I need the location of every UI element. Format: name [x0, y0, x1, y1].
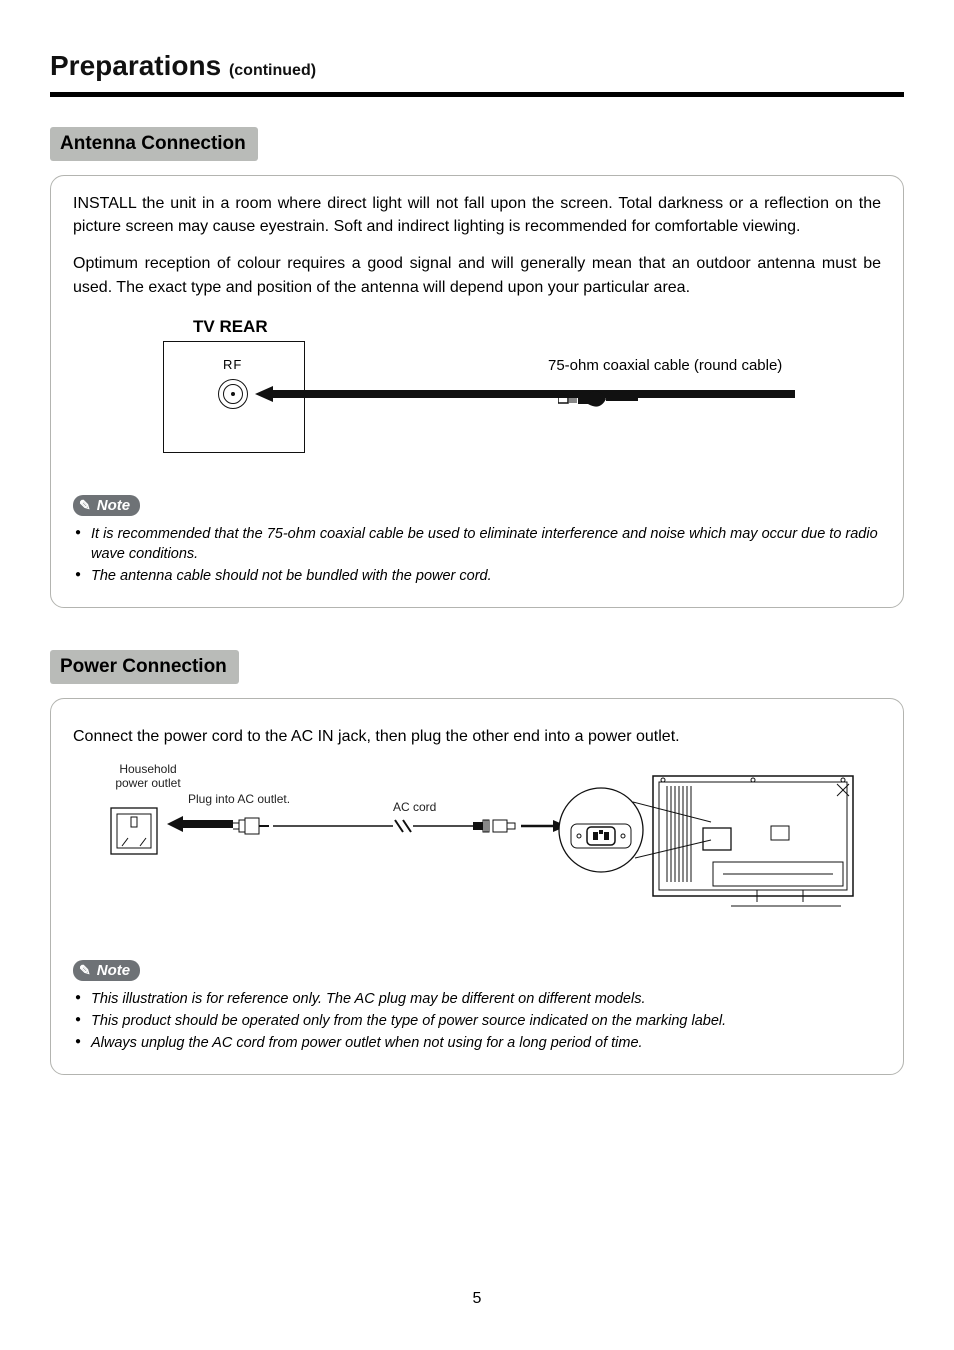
- page-title-main: Preparations: [50, 50, 221, 81]
- rf-connector-icon: [218, 379, 248, 409]
- section-heading-power: Power Connection: [50, 650, 239, 684]
- rf-label: RF: [223, 357, 242, 372]
- antenna-diagram: TV REAR RF 75-ohm coaxial cable (round c…: [73, 317, 881, 487]
- power-note-1: This illustration is for reference only.…: [75, 989, 881, 1009]
- power-note-2: This product should be operated only fro…: [75, 1011, 881, 1031]
- power-para-1: Connect the power cord to the AC IN jack…: [73, 725, 881, 748]
- power-diagram-svg: [73, 762, 873, 922]
- pen-icon: ✎: [79, 498, 91, 512]
- title-divider: [50, 92, 904, 97]
- note-badge: ✎ Note: [73, 960, 140, 981]
- power-notes: This illustration is for reference only.…: [75, 989, 881, 1054]
- antenna-note-1: It is recommended that the 75-ohm coaxia…: [75, 524, 881, 565]
- antenna-para-1: INSTALL the unit in a room where direct …: [73, 192, 881, 238]
- power-note-3: Always unplug the AC cord from power out…: [75, 1033, 881, 1053]
- antenna-notes: It is recommended that the 75-ohm coaxia…: [75, 524, 881, 587]
- page-number: 5: [0, 1290, 954, 1308]
- section-heading-antenna: Antenna Connection: [50, 127, 258, 161]
- power-diagram: Household power outlet Plug into AC outl…: [73, 762, 881, 942]
- tv-rear-label: TV REAR: [193, 317, 268, 337]
- antenna-box: INSTALL the unit in a room where direct …: [50, 175, 904, 608]
- note-label: Note: [97, 497, 130, 514]
- coax-label: 75-ohm coaxial cable (round cable): [548, 357, 782, 374]
- coax-plug-icon: [558, 387, 638, 411]
- cable-line-icon: [255, 386, 795, 406]
- page-title: Preparations (continued): [50, 50, 904, 82]
- page-title-sub: (continued): [229, 62, 316, 79]
- pen-icon: ✎: [79, 963, 91, 977]
- antenna-note-2: The antenna cable should not be bundled …: [75, 566, 881, 586]
- note-label: Note: [97, 962, 130, 979]
- antenna-para-2: Optimum reception of colour requires a g…: [73, 252, 881, 298]
- note-badge: ✎ Note: [73, 495, 140, 516]
- power-box: Connect the power cord to the AC IN jack…: [50, 698, 904, 1075]
